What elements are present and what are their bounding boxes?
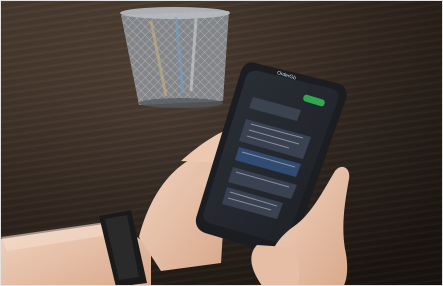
green-action-badge <box>302 93 326 108</box>
phone-screen-ui: OrderGb <box>1 1 442 285</box>
photo-frame: OrderGb <box>0 0 443 286</box>
app-title: OrderGb <box>276 70 297 82</box>
